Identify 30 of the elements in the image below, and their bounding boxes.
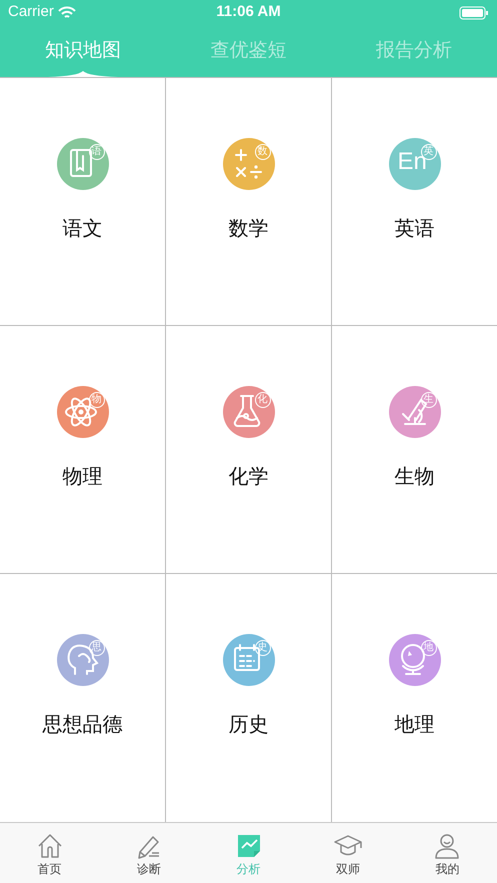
nav-tab[interactable]: 首页 [0, 823, 100, 883]
subject-badge: 化 [254, 392, 270, 408]
subject-label: 化学 [228, 464, 268, 490]
subject-label: 语文 [62, 216, 102, 242]
nav-tab[interactable]: 诊断 [99, 823, 199, 883]
nav-icon [36, 832, 64, 860]
subject-badge: 物 [88, 392, 104, 408]
subject-label: 英语 [394, 216, 434, 242]
subject-label: 历史 [228, 713, 268, 738]
tab[interactable]: 知识地图 [0, 25, 166, 77]
subject-label: 生物 [394, 464, 434, 490]
wifi-icon [58, 6, 76, 19]
subject-badge: 地 [420, 640, 436, 656]
clock-time: 11:06 AM [216, 2, 281, 22]
subject-label: 数学 [228, 216, 268, 242]
tab[interactable]: 查优鉴短 [166, 25, 332, 77]
nav-icon [433, 832, 462, 860]
nav-tab[interactable]: 我的 [398, 823, 497, 883]
subject-badge: 语 [88, 144, 104, 160]
subject-label: 思想品德 [42, 713, 122, 738]
subject-label: 地理 [394, 713, 434, 738]
nav-tab[interactable]: 双师 [298, 823, 398, 883]
battery-icon [459, 6, 489, 20]
subject-badge: 思 [88, 640, 104, 656]
tab[interactable]: 报告分析 [331, 25, 497, 77]
subject-badge: 生 [420, 392, 436, 408]
carrier-label: Carrier [8, 2, 54, 22]
nav-tab[interactable]: 分析 [198, 823, 298, 883]
subject-label: 物理 [62, 464, 102, 490]
subject-badge: 数 [254, 144, 270, 160]
